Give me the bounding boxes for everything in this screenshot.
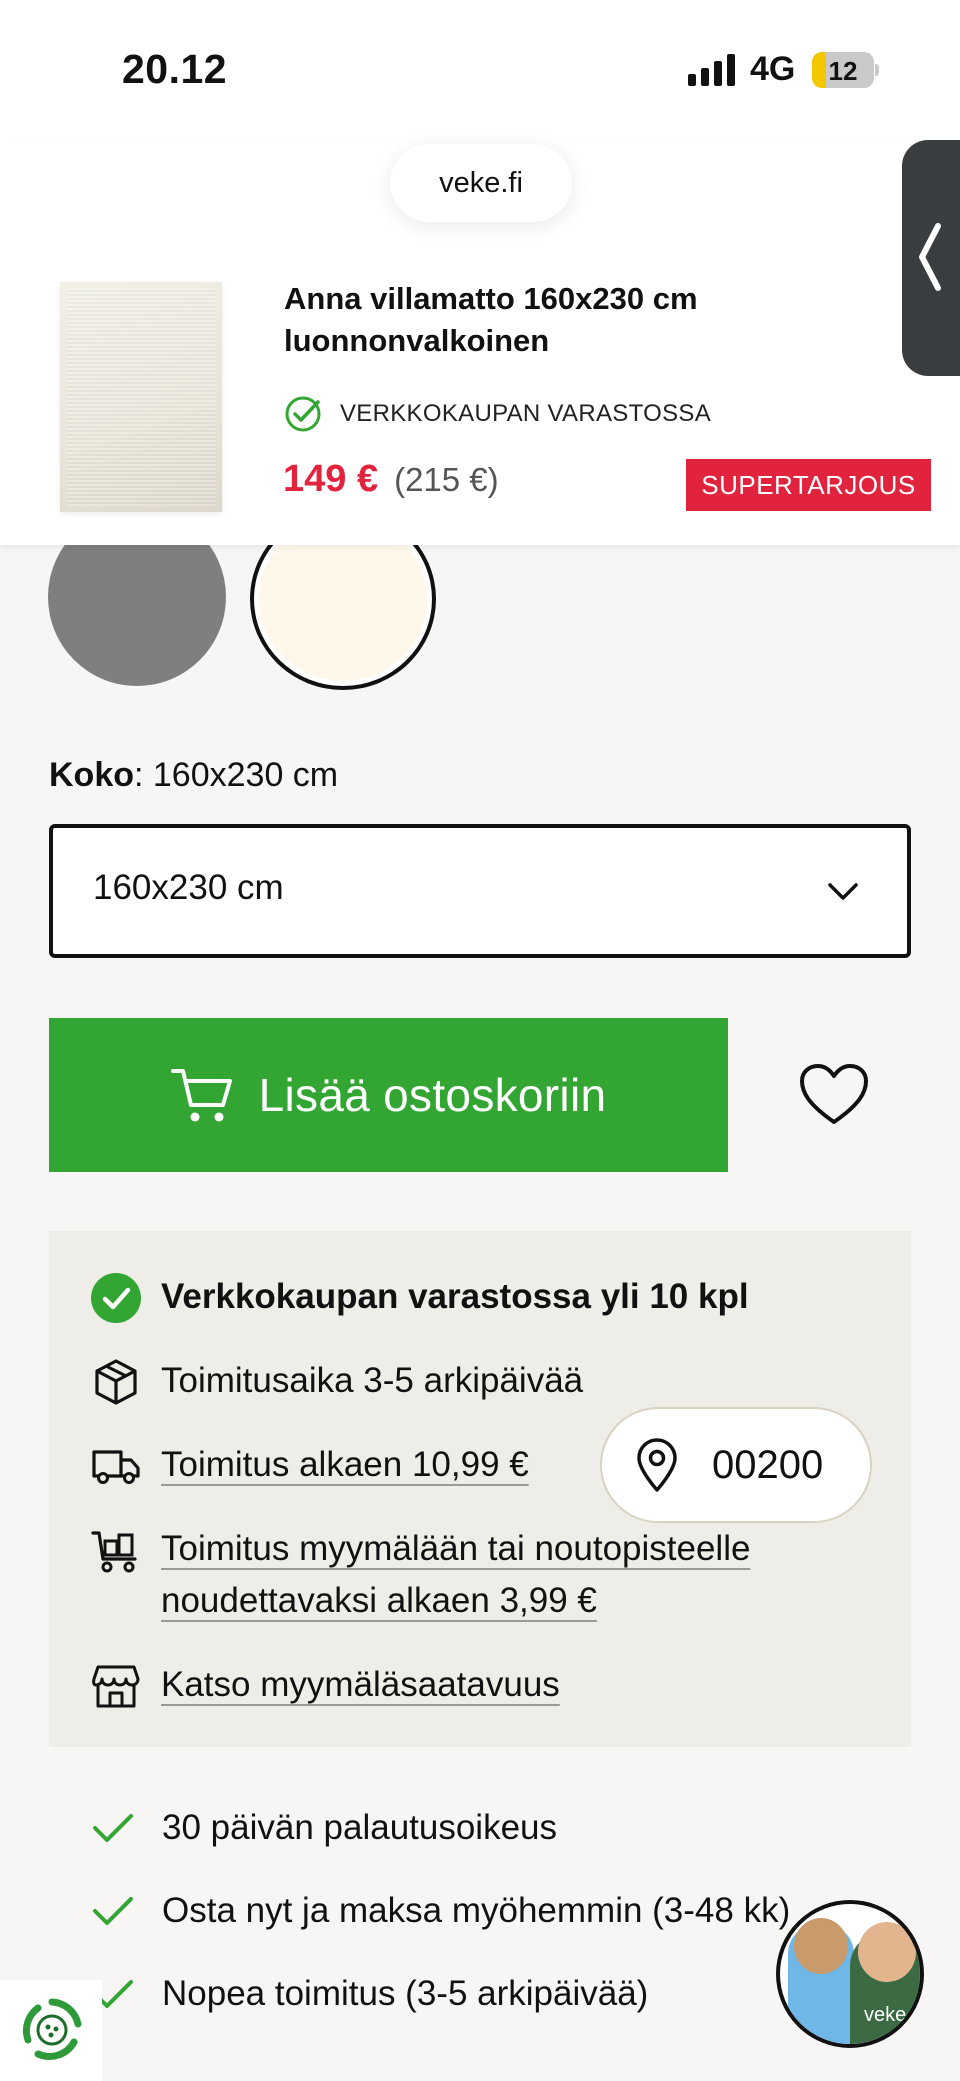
offer-badge: SUPERTARJOUS — [686, 459, 931, 511]
size-label-value: : 160x230 cm — [134, 756, 339, 794]
store-icon — [92, 1665, 140, 1708]
clock: 20.12 — [122, 46, 228, 92]
network-type: 4G — [750, 50, 796, 88]
store-availability-row[interactable]: Katso myymäläsaatavuus — [89, 1659, 560, 1713]
postal-code-button[interactable]: 00200 — [600, 1407, 872, 1523]
chat-brand-label: veke — [864, 2004, 907, 2026]
delivery-time-text: Toimitus­aika 3-5 arkipäivää — [161, 1361, 584, 1400]
size-select[interactable]: 160x230 cm — [49, 824, 911, 958]
benefit-text: Osta nyt ja maksa myöhemmin (3-48 kk) — [162, 1891, 791, 1930]
size-label: Koko: 160x230 cm — [49, 756, 338, 795]
recycle-icon — [22, 1998, 82, 2060]
add-to-cart-label: Lisää ostoskoriin — [258, 1069, 607, 1121]
benefit-item: 30 päivän palautusoikeus — [92, 1808, 557, 1848]
signal-icon — [688, 54, 735, 86]
battery-icon: 12 — [812, 52, 879, 88]
check-circle-filled-icon — [91, 1273, 141, 1323]
price-row: 149 € (215 €) — [283, 458, 499, 501]
sticky-product-header: veke.fi Anna villamatto 160x230 cm luonn… — [0, 140, 960, 545]
pickup-row[interactable]: Toimitus myymälään tai noutopisteelle no… — [89, 1523, 750, 1627]
truck-icon — [92, 1450, 140, 1484]
store-availability-link[interactable]: Katso myymäläsaatavuus — [161, 1659, 560, 1711]
size-select-value: 160x230 cm — [93, 868, 284, 907]
product-title: Anna villamatto 160x230 cm luonnonvalkoi… — [284, 281, 698, 358]
stock-info-text: Verkkokaupan varastossa yli 10 kpl — [161, 1277, 749, 1316]
chat-avatar-button[interactable]: veke — [776, 1900, 924, 2048]
benefit-item: Osta nyt ja maksa myöhemmin (3-48 kk) — [92, 1891, 790, 1931]
check-circle-icon — [285, 396, 321, 432]
benefit-text: Nopea toimitus (3-5 arkipäivää) — [162, 1974, 649, 2013]
benefit-item: Nopea toimitus (3-5 arkipäivää) — [92, 1974, 648, 2014]
heart-icon[interactable] — [798, 1062, 870, 1128]
size-label-key: Koko — [49, 756, 134, 794]
stock-text: VERKKOKAUPAN VARASTOSSA — [340, 400, 712, 427]
original-price: (215 €) — [394, 461, 499, 498]
sale-price: 149 € — [283, 458, 379, 500]
side-panel-tab[interactable] — [902, 140, 960, 376]
page: 20.12 4G 12 veke.fi Anna villamatto 160x… — [0, 0, 960, 2081]
cart-icon — [170, 1069, 232, 1122]
availability-box: Verkkokaupan varastossa yli 10 kpl Toimi… — [49, 1231, 911, 1747]
status-bar: 20.12 4G 12 — [0, 0, 960, 140]
add-to-cart-button[interactable]: Lisää ostoskoriin — [49, 1018, 728, 1172]
url-bar[interactable]: veke.fi — [390, 144, 572, 222]
store-cart-icon — [91, 1531, 137, 1573]
benefit-text: 30 päivän palautusoikeus — [162, 1808, 558, 1847]
package-icon — [95, 1359, 137, 1405]
chevron-down-icon — [828, 883, 858, 900]
stock-status: VERKKOKAUPAN VARASTOSSA — [284, 394, 711, 434]
postal-code: 00200 — [712, 1442, 824, 1487]
location-pin-icon — [637, 1438, 677, 1492]
delivery-price-link[interactable]: Toimitus alkaen 10,99 € — [161, 1439, 529, 1491]
pickup-link-line2[interactable]: noudettavaksi alkaen 3,99 € — [161, 1581, 597, 1620]
battery-level: 12 — [828, 56, 858, 86]
stock-info-row: Verkkokaupan varastossa yli 10 kpl — [89, 1271, 749, 1325]
pickup-link-line1[interactable]: Toimitus myymälään tai noutopisteelle — [161, 1529, 750, 1568]
pickup-text[interactable]: Toimitus myymälään tai noutopisteelle no… — [161, 1523, 750, 1627]
delivery-price-row[interactable]: Toimitus alkaen 10,99 € — [89, 1439, 529, 1493]
check-icon — [93, 1897, 133, 1925]
product-thumbnail — [60, 282, 222, 512]
delivery-time-row: Toimitus­aika 3-5 arkipäivää — [89, 1355, 583, 1409]
avatar-person-head — [794, 1918, 848, 1974]
avatar-person-head — [858, 1922, 916, 1982]
chevron-left-icon — [919, 223, 941, 291]
recycle-widget[interactable] — [0, 1980, 102, 2081]
check-icon — [93, 1814, 133, 1842]
